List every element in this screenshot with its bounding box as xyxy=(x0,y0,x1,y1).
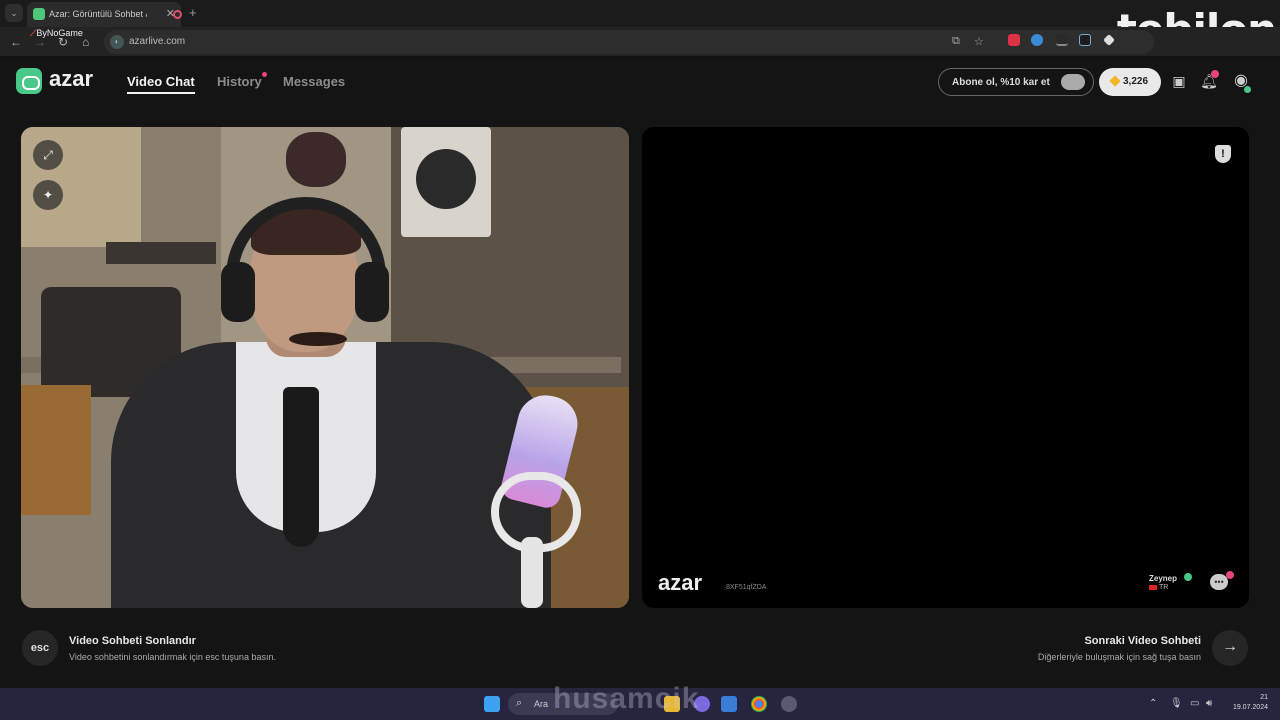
azar-favicon-icon xyxy=(33,8,45,20)
chrome-icon[interactable] xyxy=(751,696,767,712)
partner-country-code: TR xyxy=(1159,584,1169,591)
end-chat-esc-button[interactable]: esc xyxy=(22,630,58,666)
taskbar-clock[interactable]: 21 19.07.2024 xyxy=(1228,693,1268,713)
network-icon[interactable]: ▭ xyxy=(1190,698,1199,709)
bynogame-label: ByNoGame xyxy=(36,28,83,38)
subscribe-promo-button[interactable]: Abone ol, %10 kar et xyxy=(938,68,1094,96)
gem-icon xyxy=(1109,75,1121,87)
nav-video-chat[interactable]: Video Chat xyxy=(127,74,195,94)
wooden-box xyxy=(21,385,91,515)
back-arrow-icon[interactable]: ← xyxy=(10,35,22,49)
bookmark-star-icon[interactable]: ☆ xyxy=(974,35,984,48)
fullscreen-toggle-icon[interactable]: ⤢ xyxy=(33,140,63,170)
clock-time: 21 xyxy=(1260,694,1268,701)
tab-close-icon[interactable]: ✕ xyxy=(166,7,175,20)
plush-toy xyxy=(286,132,346,187)
partner-name[interactable]: Zeynep xyxy=(1149,574,1177,583)
headphones-right-cup xyxy=(355,262,389,322)
clock-date: 19.07.2024 xyxy=(1232,704,1268,711)
extension-icon[interactable] xyxy=(1008,34,1020,46)
promo-avatars-icon xyxy=(1061,74,1085,90)
history-notification-dot xyxy=(262,72,267,77)
obs-icon[interactable] xyxy=(781,696,797,712)
url-text: azarlive.com xyxy=(129,36,186,47)
local-camera-view: ⤢ ✦ xyxy=(21,127,629,608)
magic-effects-icon[interactable]: ✦ xyxy=(33,180,63,210)
turkey-flag-icon xyxy=(1149,584,1157,590)
verified-icon xyxy=(1184,573,1192,581)
address-bar[interactable]: ◐ azarlive.com ⧉ ☆ xyxy=(104,30,1154,54)
search-label: Ara xyxy=(534,699,549,709)
tab-title: Azar: Görüntülü Sohbet & Y xyxy=(49,9,147,19)
browser-tab-bar: ⌄ Azar: Görüntülü Sohbet & Y ✕ + xyxy=(0,0,1280,27)
notification-badge xyxy=(1211,70,1219,78)
remote-video-view: ! azar 8XF51qfZDA Zeynep TR ••• xyxy=(642,127,1249,608)
volume-icon[interactable]: 🔊︎ xyxy=(1206,698,1212,709)
coin-balance-button[interactable]: 3,226 xyxy=(1099,68,1161,96)
extension-icon[interactable] xyxy=(1031,34,1043,46)
nav-history[interactable]: History xyxy=(217,74,262,89)
end-chat-title: Video Sohbeti Sonlandır xyxy=(69,635,196,647)
remote-azar-logo: azar xyxy=(658,570,703,595)
promo-label: Abone ol, %10 kar et xyxy=(952,77,1050,88)
new-tab-button[interactable]: + xyxy=(189,5,197,20)
report-shield-icon[interactable]: ! xyxy=(1215,145,1231,163)
windows-start-icon[interactable] xyxy=(484,696,500,712)
home-icon[interactable]: ⌂ xyxy=(82,35,89,49)
azar-logo-text[interactable]: azar xyxy=(49,66,93,92)
speaker-cone xyxy=(416,149,476,209)
search-icon: ⌕ xyxy=(516,697,523,709)
keyboard xyxy=(106,242,216,264)
browser-tab-azar[interactable]: Azar: Görüntülü Sohbet & Y ✕ xyxy=(27,2,182,27)
tab-search-button[interactable]: ⌄ xyxy=(5,4,23,22)
partner-country: TR xyxy=(1149,584,1168,591)
next-chat-arrow-button[interactable]: → xyxy=(1212,630,1248,666)
next-chat-subtitle: Diğerleriyle buluşmak için sağ tuşa bası… xyxy=(1037,652,1201,662)
husamcik-overlay-text: husamcik xyxy=(553,682,700,715)
install-app-icon[interactable]: ⧉ xyxy=(952,35,960,48)
app-header: azar Video Chat History Messages Abone o… xyxy=(0,58,1280,108)
azar-logo-icon[interactable] xyxy=(16,68,42,94)
nav-messages[interactable]: Messages xyxy=(283,74,345,89)
coin-balance: 3,226 xyxy=(1123,76,1149,87)
site-info-icon[interactable]: ◐ xyxy=(110,35,124,49)
extension-icon[interactable] xyxy=(1056,34,1068,46)
session-id: 8XF51qfZDA xyxy=(726,584,767,591)
unread-badge xyxy=(1226,571,1234,579)
online-status-dot xyxy=(1244,86,1251,93)
headphones-left-cup xyxy=(221,262,255,322)
bynogame-bookmark[interactable]: ⟋ByNoGame xyxy=(30,28,83,39)
mustache xyxy=(289,332,347,346)
extension-icon[interactable] xyxy=(1079,34,1091,46)
microphone-tray-icon[interactable]: 🎙︎ xyxy=(1170,698,1183,709)
shop-box-icon[interactable]: ▣ xyxy=(1170,72,1188,90)
next-chat-title: Sonraki Video Sohbeti xyxy=(1084,635,1201,647)
end-chat-subtitle: Video sohbetini sonlandırmak için esc tu… xyxy=(69,652,276,662)
tie xyxy=(283,387,319,547)
microphone-stand xyxy=(521,537,543,608)
tray-chevron-icon[interactable]: ⌃ xyxy=(1149,698,1157,709)
todo-check-icon[interactable] xyxy=(721,696,737,712)
